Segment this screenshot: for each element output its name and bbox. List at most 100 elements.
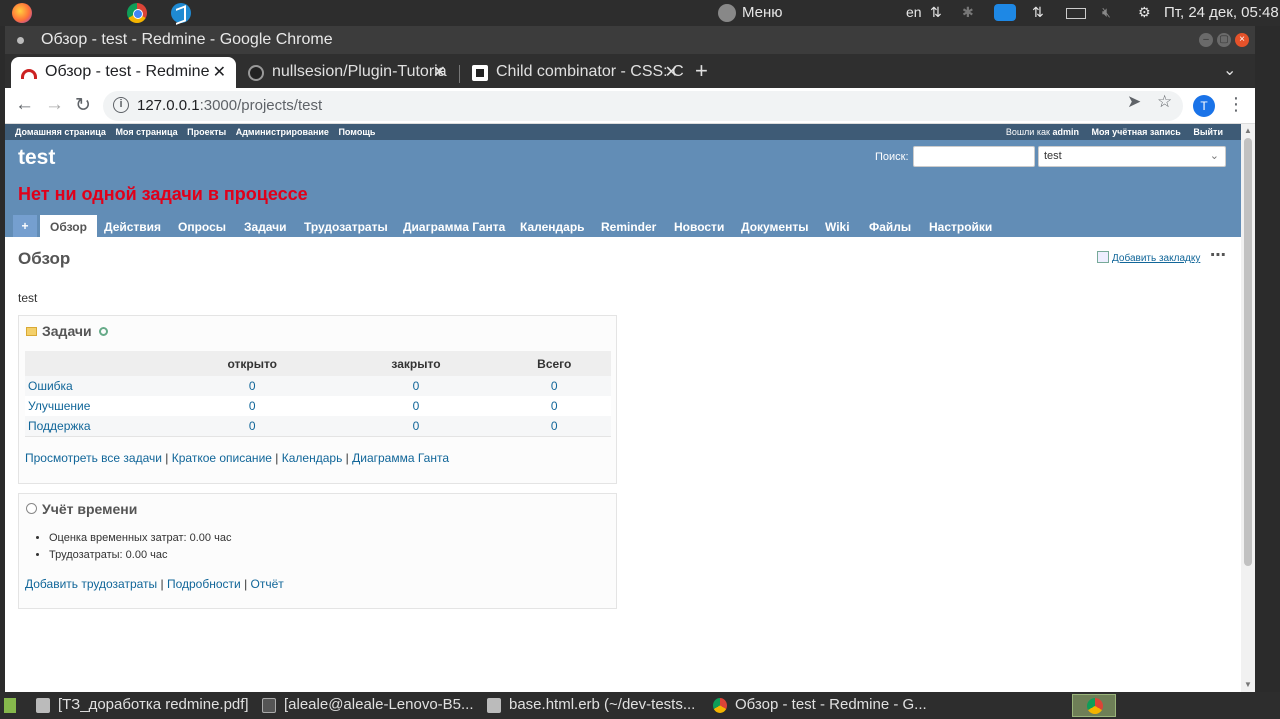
open-count-link[interactable]: 0 bbox=[170, 376, 335, 396]
logged-in-user[interactable]: admin bbox=[1052, 127, 1079, 137]
tab-overview[interactable]: Обзор bbox=[40, 215, 97, 237]
page-scrollbar[interactable]: ▲ ▼ bbox=[1241, 124, 1255, 692]
top-link-admin[interactable]: Администрирование bbox=[236, 127, 329, 137]
volume-muted-icon[interactable]: 🔇︎ bbox=[1102, 4, 1111, 21]
new-object-button[interactable]: + bbox=[13, 215, 37, 237]
workspace-chrome-button[interactable] bbox=[1072, 694, 1116, 717]
total-count-link[interactable]: 0 bbox=[497, 416, 611, 437]
magnifier-icon[interactable] bbox=[98, 327, 108, 336]
keyboard-layout[interactable]: en bbox=[906, 4, 922, 20]
new-tab-icon[interactable]: + bbox=[695, 58, 708, 84]
battery-icon[interactable] bbox=[1066, 8, 1086, 19]
transfer-icon[interactable]: ⇅ bbox=[1032, 4, 1044, 21]
gantt-link[interactable]: Диаграмма Ганта bbox=[352, 451, 449, 465]
summary-link[interactable]: Краткое описание bbox=[172, 451, 272, 465]
close-window-icon[interactable]: × bbox=[1235, 33, 1249, 47]
scroll-down-icon[interactable]: ▼ bbox=[1244, 680, 1252, 689]
tab-reminder[interactable]: Reminder bbox=[601, 215, 656, 237]
clock[interactable]: Пт, 24 дек, 05:48 bbox=[1164, 4, 1279, 21]
teamviewer-icon[interactable] bbox=[994, 4, 1016, 21]
open-count-link[interactable]: 0 bbox=[170, 416, 335, 437]
calendar-link[interactable]: Календарь bbox=[282, 451, 343, 465]
taskbar-item-chrome[interactable]: Обзор - test - Redmine - G... bbox=[735, 696, 933, 713]
report-link[interactable]: Отчёт bbox=[251, 577, 284, 591]
tab-mdn[interactable]: Child combinator - CSS: C ✕ bbox=[462, 57, 688, 88]
project-title: test bbox=[18, 146, 56, 169]
top-link-my-page[interactable]: Моя страница bbox=[115, 127, 177, 137]
tab-search-chevron-icon[interactable]: ⌄ bbox=[1223, 60, 1236, 80]
address-bar[interactable]: i 127.0.0.1:3000/projects/test bbox=[103, 91, 1183, 121]
vscode-icon[interactable] bbox=[171, 3, 191, 23]
terminal-icon bbox=[262, 698, 276, 713]
tab-time-entries[interactable]: Трудозатраты bbox=[304, 215, 388, 237]
search-input[interactable] bbox=[913, 146, 1035, 167]
col-closed: закрыто bbox=[334, 351, 498, 376]
logout-link[interactable]: Выйти bbox=[1193, 127, 1223, 137]
tracker-link[interactable]: Поддержка bbox=[25, 416, 170, 437]
back-icon[interactable]: ← bbox=[15, 94, 34, 116]
mdn-favicon-icon bbox=[472, 65, 488, 81]
taskbar-item-editor[interactable]: base.html.erb (~/dev-tests... bbox=[509, 696, 703, 713]
tab-redmine[interactable]: Обзор - test - Redmine ✕ bbox=[11, 57, 236, 88]
project-jump-select[interactable]: test ⌄ bbox=[1038, 146, 1226, 167]
site-info-icon[interactable]: i bbox=[113, 97, 129, 113]
closed-count-link[interactable]: 0 bbox=[334, 376, 498, 396]
forward-icon[interactable]: → bbox=[45, 94, 64, 116]
tab-close-icon[interactable]: ✕ bbox=[665, 62, 678, 82]
tab-calendar[interactable]: Календарь bbox=[520, 215, 585, 237]
logged-in-prefix: Вошли как bbox=[1005, 127, 1050, 137]
firefox-icon[interactable] bbox=[12, 3, 32, 23]
view-all-issues-link[interactable]: Просмотреть все задачи bbox=[25, 451, 162, 465]
tracker-link[interactable]: Ошибка bbox=[25, 376, 170, 396]
bluetooth-icon[interactable]: ✱ bbox=[962, 4, 974, 21]
tab-issues[interactable]: Задачи bbox=[244, 215, 287, 237]
minimize-icon[interactable]: – bbox=[1199, 33, 1213, 47]
bookmark-star-icon[interactable]: ☆ bbox=[1157, 92, 1172, 112]
tracker-link[interactable]: Улучшение bbox=[25, 396, 170, 416]
tab-polls[interactable]: Опросы bbox=[178, 215, 226, 237]
tab-github[interactable]: nullsesion/Plugin-Tutoria ✕ bbox=[238, 57, 456, 88]
tab-wiki[interactable]: Wiki bbox=[825, 215, 850, 237]
settings-gear-icon[interactable]: ⚙ bbox=[1138, 4, 1151, 21]
network-icon[interactable]: ⇅ bbox=[930, 4, 942, 21]
details-link[interactable]: Подробности bbox=[167, 577, 241, 591]
total-count-link[interactable]: 0 bbox=[497, 396, 611, 416]
browser-toolbar: ← → ↻ i 127.0.0.1:3000/projects/test ➤ ☆… bbox=[5, 88, 1255, 124]
tab-settings[interactable]: Настройки bbox=[929, 215, 992, 237]
total-count-link[interactable]: 0 bbox=[497, 376, 611, 396]
profile-avatar[interactable]: T bbox=[1193, 95, 1215, 117]
reload-icon[interactable]: ↻ bbox=[75, 94, 91, 117]
add-bookmark-link[interactable]: Добавить закладку bbox=[1097, 251, 1200, 264]
tab-activity[interactable]: Действия bbox=[104, 215, 161, 237]
chrome-icon[interactable] bbox=[127, 3, 147, 23]
scroll-up-icon[interactable]: ▲ bbox=[1244, 126, 1252, 135]
clock-icon bbox=[26, 503, 37, 514]
my-account-link[interactable]: Моя учётная запись bbox=[1091, 127, 1180, 137]
tab-documents[interactable]: Документы bbox=[741, 215, 808, 237]
taskbar-item-terminal[interactable]: [aleale@aleale-Lenovo-B5... bbox=[284, 696, 474, 713]
add-time-entry-link[interactable]: Добавить трудозатраты bbox=[25, 577, 157, 591]
maximize-icon[interactable]: ▢ bbox=[1217, 33, 1231, 47]
tab-close-icon[interactable]: ✕ bbox=[213, 62, 226, 82]
show-desktop-icon[interactable] bbox=[4, 698, 16, 713]
open-count-link[interactable]: 0 bbox=[170, 396, 335, 416]
top-link-help[interactable]: Помощь bbox=[338, 127, 375, 137]
closed-count-link[interactable]: 0 bbox=[334, 416, 498, 437]
chrome-menu-icon[interactable]: ⋮ bbox=[1227, 94, 1245, 115]
top-link-projects[interactable]: Проекты bbox=[187, 127, 226, 137]
tab-files[interactable]: Файлы bbox=[869, 215, 911, 237]
tab-news[interactable]: Новости bbox=[674, 215, 724, 237]
pdf-window-icon bbox=[36, 698, 50, 713]
tab-gantt[interactable]: Диаграмма Ганта bbox=[403, 215, 505, 237]
list-item: Трудозатраты: 0.00 час bbox=[49, 549, 231, 561]
taskbar-item-pdf[interactable]: [ТЗ_доработка redmine.pdf] bbox=[58, 696, 254, 713]
window-titlebar[interactable]: Обзор - test - Redmine - Google Chrome –… bbox=[5, 26, 1255, 54]
menu-icon[interactable] bbox=[718, 4, 736, 22]
send-icon[interactable]: ➤ bbox=[1127, 92, 1141, 112]
tab-close-icon[interactable]: ✕ bbox=[433, 62, 446, 82]
more-actions-icon[interactable]: ⋯ bbox=[1210, 245, 1226, 265]
scrollbar-thumb[interactable] bbox=[1244, 138, 1252, 566]
menu-button[interactable]: Меню bbox=[742, 4, 783, 21]
closed-count-link[interactable]: 0 bbox=[334, 396, 498, 416]
top-link-home[interactable]: Домашняя страница bbox=[15, 127, 106, 137]
